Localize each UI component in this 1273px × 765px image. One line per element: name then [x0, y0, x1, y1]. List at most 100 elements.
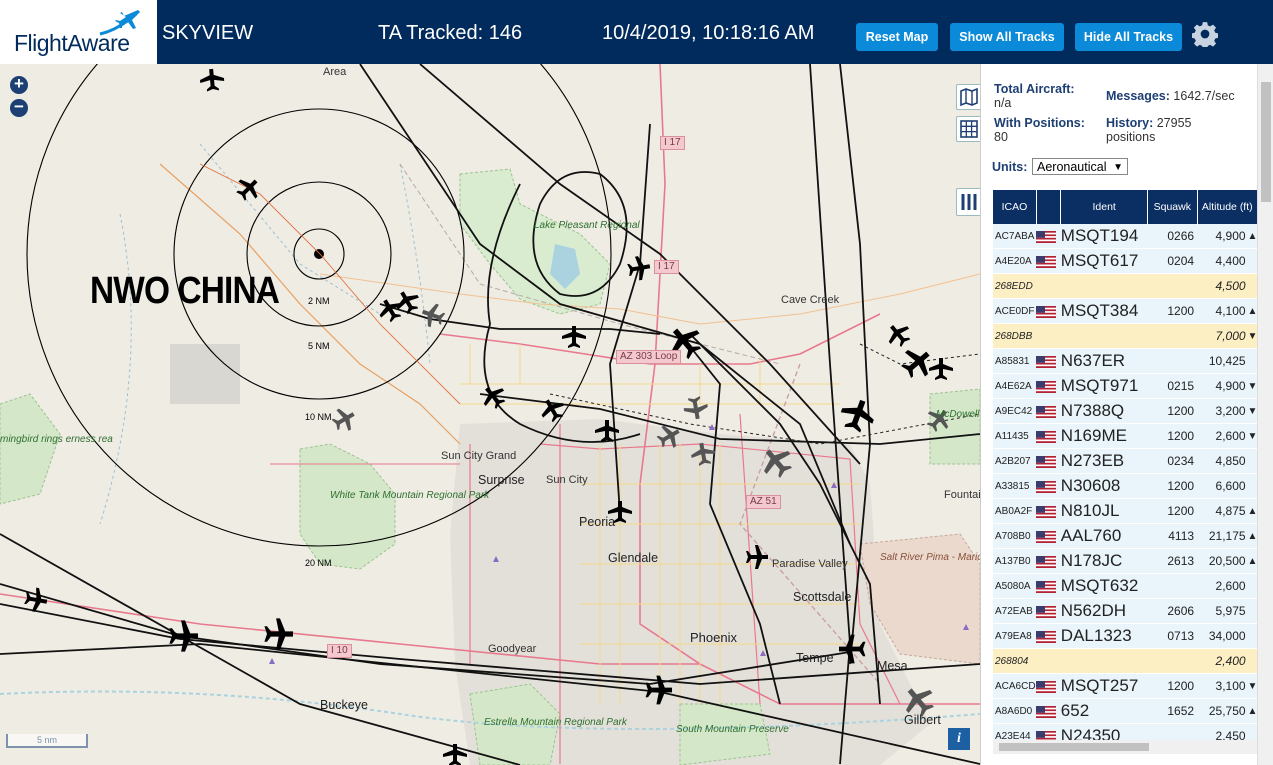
show-all-tracks-button[interactable]: Show All Tracks: [950, 23, 1064, 51]
us-flag-icon: [1036, 673, 1061, 699]
us-flag-icon: [1036, 423, 1061, 449]
map-view[interactable]: Area Cave Creek Sun City Grand Surprise …: [0, 64, 980, 765]
column-toggle-button[interactable]: [956, 188, 980, 216]
table-row[interactable]: 268804 2,400: [993, 648, 1258, 674]
vertical-rate-icon: [1247, 573, 1258, 599]
altitude-cell: 4,900: [1197, 373, 1248, 399]
table-row[interactable]: A11435 N169ME 1200 2,600 ▼: [993, 423, 1258, 449]
vertical-scrollbar[interactable]: [1257, 64, 1273, 765]
place-label: Buckeye: [320, 698, 368, 712]
squawk-cell: 1200: [1147, 673, 1198, 699]
col-ident[interactable]: Ident: [1060, 190, 1149, 224]
history-stat: History: 27955 positions: [1106, 116, 1266, 144]
total-aircraft-label: Total Aircraft:: [994, 82, 1075, 96]
table-row[interactable]: A33815 N30608 1200 6,600: [993, 473, 1258, 499]
table-row[interactable]: A4E20A MSQT617 0204 4,400: [993, 248, 1258, 274]
icao-cell: A137B0: [993, 548, 1037, 574]
icao-cell: ACA6CD: [993, 673, 1037, 699]
col-squawk[interactable]: Squawk: [1147, 190, 1198, 224]
squawk-cell: [1147, 273, 1198, 299]
table-row[interactable]: AC7ABA MSQT194 0266 4,900 ▲: [993, 224, 1258, 249]
ident-cell: MSQT257: [1060, 673, 1148, 699]
range-ring-label: 5 NM: [308, 341, 330, 351]
col-flag[interactable]: [1036, 190, 1062, 224]
table-row[interactable]: 268EDD 4,500: [993, 273, 1258, 299]
altitude-cell: 5,975: [1197, 598, 1248, 624]
zoom-in-button[interactable]: +: [10, 75, 28, 94]
table-row[interactable]: A708B0 AAL760 4113 21,175 ▲: [993, 523, 1258, 549]
map-layers-button[interactable]: [956, 84, 980, 110]
flightaware-logo[interactable]: FlightAware: [0, 0, 157, 64]
messages-value: 1642.7/sec: [1173, 89, 1235, 103]
table-row[interactable]: A137B0 N178JC 2613 20,500 ▲: [993, 548, 1258, 574]
grid-toggle-button[interactable]: [956, 116, 980, 142]
table-row[interactable]: A5080A MSQT632 2,600: [993, 573, 1258, 599]
col-icao[interactable]: ICAO: [993, 190, 1037, 224]
col-altitude[interactable]: Altitude (ft): [1197, 190, 1259, 224]
icao-cell: A708B0: [993, 523, 1037, 549]
units-select[interactable]: Aeronautical ▼: [1032, 158, 1128, 175]
park-label: White Tank Mountain Regional Park: [330, 490, 490, 501]
place-label: Glendale: [608, 551, 659, 565]
vertical-rate-icon: ▼: [1247, 373, 1258, 399]
table-row[interactable]: A4E62A MSQT971 0215 4,900 ▼: [993, 373, 1258, 399]
table-row[interactable]: A72EAB N562DH 2606 5,975: [993, 598, 1258, 624]
ident-cell: N562DH: [1060, 598, 1148, 624]
ident-cell: N810JL: [1060, 498, 1148, 524]
flag-cell: [1036, 273, 1061, 299]
us-flag-icon: [1036, 498, 1061, 524]
info-button[interactable]: i: [948, 728, 970, 750]
ident-cell: MSQT194: [1060, 224, 1148, 249]
us-flag-icon: [1036, 248, 1061, 274]
place-label: Peoria: [579, 515, 616, 529]
place-label: Gilbert: [904, 713, 941, 727]
table-row[interactable]: A8A6D0 652 1652 25,750 ▲: [993, 698, 1258, 724]
aircraft-sidebar: Total Aircraft: n/a With Positions: 80 M…: [980, 64, 1273, 765]
vertical-rate-icon: ▲: [1247, 224, 1258, 249]
table-row[interactable]: A85831 N637ER 10,425: [993, 348, 1258, 374]
table-row[interactable]: 268DBB 7,000 ▼: [993, 323, 1258, 349]
altitude-cell: 10,425: [1197, 348, 1248, 374]
table-row[interactable]: ACA6CD MSQT257 1200 3,100 ▼: [993, 673, 1258, 699]
hide-all-tracks-button[interactable]: Hide All Tracks: [1075, 23, 1182, 51]
icao-cell: A33815: [993, 473, 1037, 499]
table-row[interactable]: A2B207 N273EB 0234 4,850: [993, 448, 1258, 474]
reset-map-button[interactable]: Reset Map: [856, 23, 938, 51]
park-label: South Mountain Preserve: [676, 724, 789, 735]
table-row[interactable]: A9EC42 N7388Q 1200 3,200 ▼: [993, 398, 1258, 424]
table-row[interactable]: ACE0DF MSQT384 1200 4,100 ▲: [993, 298, 1258, 324]
altitude-cell: 34,000: [1197, 623, 1248, 649]
ident-cell: N178JC: [1060, 548, 1148, 574]
range-ring-label: 10 NM: [305, 412, 332, 422]
squawk-cell: [1147, 648, 1198, 674]
top-bar: FlightAware SKYVIEW TA Tracked: 146 10/4…: [0, 0, 1273, 64]
us-flag-icon: [1036, 598, 1061, 624]
table-row[interactable]: A79EA8 DAL1323 0713 34,000: [993, 623, 1258, 649]
horizontal-scrollbar[interactable]: [993, 740, 1257, 754]
icao-cell: AC7ABA: [993, 224, 1037, 249]
icao-cell: A4E20A: [993, 248, 1037, 274]
flag-cell: [1036, 648, 1061, 674]
zoom-out-button[interactable]: −: [10, 98, 28, 117]
us-flag-icon: [1036, 224, 1061, 249]
icao-cell: 268DBB: [993, 323, 1037, 349]
scroll-thumb[interactable]: [999, 743, 1149, 751]
altitude-cell: 4,875: [1197, 498, 1248, 524]
place-label: Fountai: [944, 489, 980, 501]
app-title: SKYVIEW: [162, 22, 254, 44]
icao-cell: A4E62A: [993, 373, 1037, 399]
icao-cell: A9EC42: [993, 398, 1037, 424]
with-positions-label: With Positions:: [994, 116, 1085, 130]
vertical-rate-icon: [1247, 473, 1258, 499]
place-label: Surprise: [478, 473, 525, 487]
history-label: History:: [1106, 116, 1154, 130]
scroll-thumb[interactable]: [1261, 82, 1271, 202]
icao-cell: A8A6D0: [993, 698, 1037, 724]
squawk-cell: 1200: [1147, 298, 1198, 324]
place-label: Tempe: [796, 651, 834, 665]
us-flag-icon: [1036, 548, 1061, 574]
vertical-rate-icon: ▼: [1247, 398, 1258, 424]
gear-icon[interactable]: [1192, 21, 1218, 47]
us-flag-icon: [1036, 373, 1061, 399]
table-row[interactable]: AB0A2F N810JL 1200 4,875 ▲: [993, 498, 1258, 524]
